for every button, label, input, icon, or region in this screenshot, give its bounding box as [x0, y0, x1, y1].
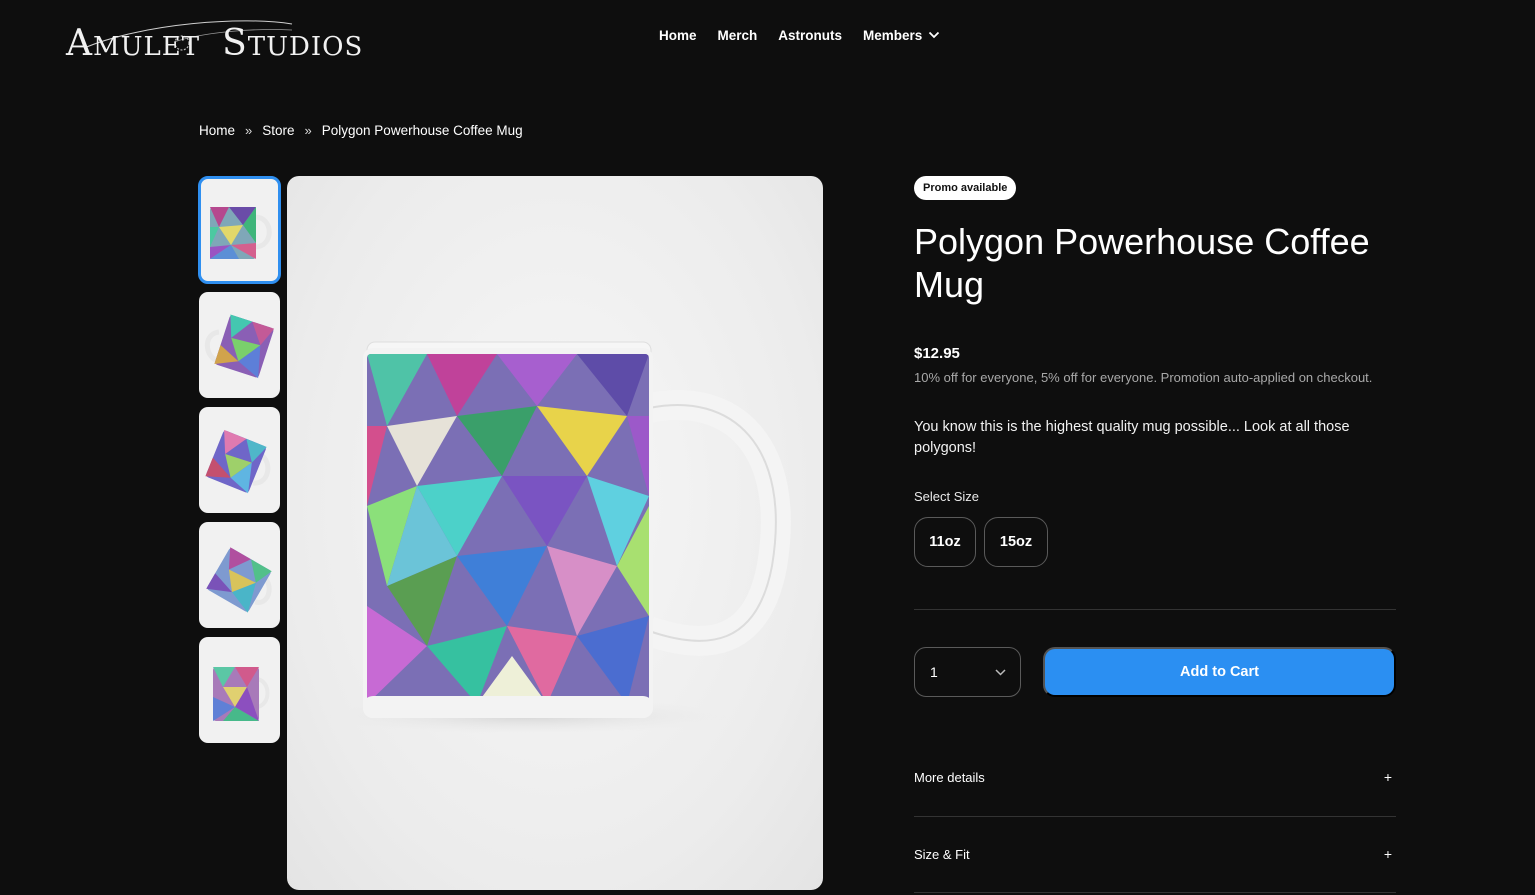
size-label: Select Size — [914, 489, 980, 504]
quantity-select[interactable]: 1 — [914, 647, 1021, 697]
size-selector: 11oz 15oz — [914, 517, 1048, 567]
site-logo[interactable]: AMULET STUDIOS — [64, 18, 362, 68]
nav-astronuts[interactable]: Astronuts — [778, 28, 842, 43]
thumbnail-5[interactable] — [199, 637, 280, 743]
breadcrumb-current: Polygon Powerhouse Coffee Mug — [321, 123, 523, 138]
breadcrumb-store[interactable]: Store — [262, 123, 294, 138]
product-title: Polygon Powerhouse Coffee Mug — [914, 221, 1370, 305]
accordion-label: More details — [914, 769, 985, 785]
divider — [914, 892, 1396, 893]
plus-icon: + — [1383, 846, 1392, 862]
add-to-cart-button[interactable]: Add to Cart — [1043, 647, 1396, 697]
logo-text: AMULET STUDIOS — [66, 22, 364, 64]
size-option-11oz[interactable]: 11oz — [914, 517, 976, 567]
breadcrumb-separator: » — [304, 123, 312, 138]
breadcrumb-home[interactable]: Home — [199, 123, 235, 138]
product-main-image[interactable] — [287, 176, 823, 890]
divider — [914, 816, 1396, 817]
thumbnail-2[interactable] — [199, 292, 280, 398]
chevron-down-icon — [995, 668, 1006, 676]
product-price: $12.95 — [914, 345, 960, 362]
breadcrumb: Home » Store » Polygon Powerhouse Coffee… — [199, 123, 523, 138]
product-description: You know this is the highest quality mug… — [914, 419, 1350, 456]
thumbnail-3[interactable] — [199, 407, 280, 513]
accordion-size-fit[interactable]: Size & Fit + — [914, 846, 1396, 862]
quantity-value: 1 — [930, 664, 938, 680]
thumbnail-1[interactable] — [198, 176, 281, 284]
accordion-label: Size & Fit — [914, 846, 970, 862]
breadcrumb-separator: » — [245, 123, 253, 138]
accordion-more-details[interactable]: More details + — [914, 769, 1396, 785]
promo-note: 10% off for everyone, 5% off for everyon… — [914, 370, 1373, 385]
main-nav: Home Merch Astronuts Members — [659, 26, 940, 44]
chevron-down-icon — [929, 31, 940, 39]
plus-icon: + — [1383, 769, 1392, 785]
nav-members[interactable]: Members — [863, 28, 940, 43]
mug-illustration — [327, 341, 791, 734]
promo-badge: Promo available — [914, 176, 1017, 200]
divider — [914, 609, 1396, 610]
thumbnail-list — [198, 176, 281, 752]
size-option-15oz[interactable]: 15oz — [984, 517, 1048, 567]
nav-merch[interactable]: Merch — [718, 28, 758, 43]
nav-home[interactable]: Home — [659, 28, 697, 43]
thumbnail-4[interactable] — [199, 522, 280, 628]
